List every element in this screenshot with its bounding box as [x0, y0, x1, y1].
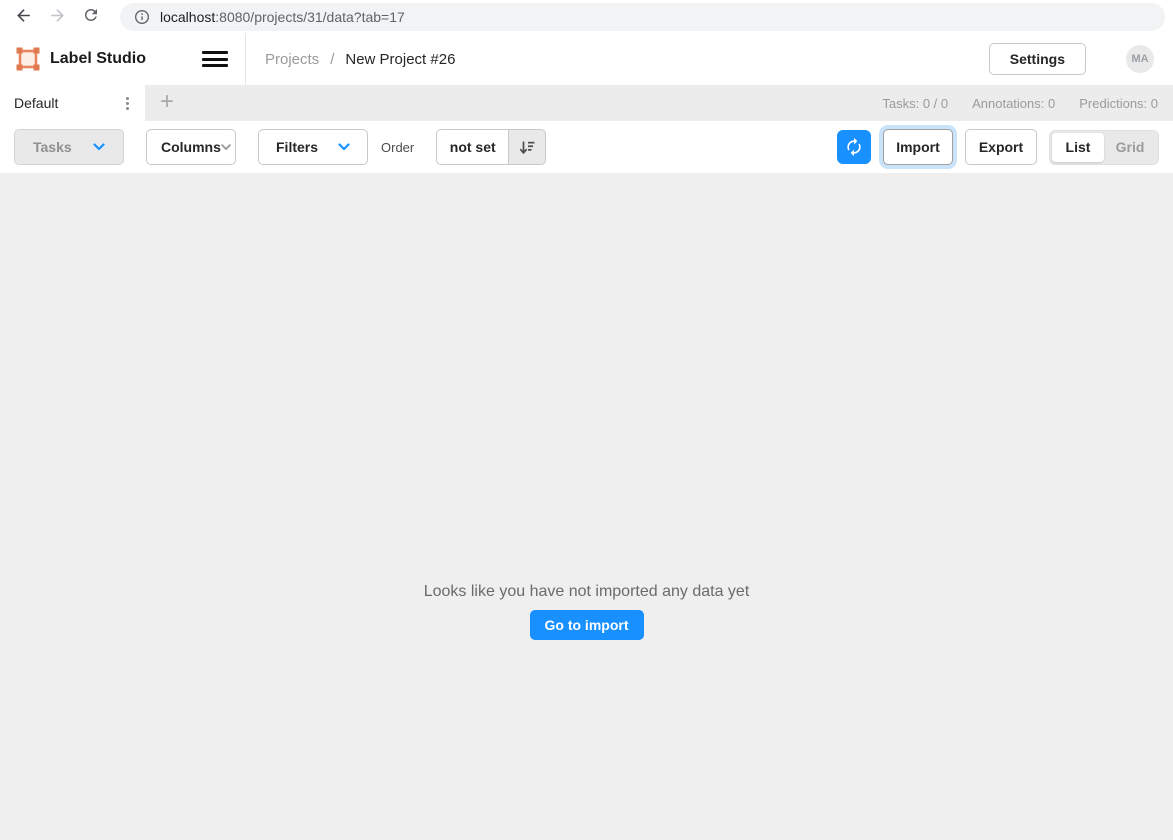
export-button[interactable]: Export [965, 129, 1037, 165]
columns-dropdown-label: Columns [161, 139, 221, 155]
header-divider [245, 33, 246, 85]
browser-forward-button[interactable] [44, 4, 70, 30]
hamburger-menu-icon[interactable] [202, 50, 228, 68]
header-right: Settings MA [989, 43, 1157, 75]
caret-down-icon [221, 144, 231, 151]
browser-reload-button[interactable] [78, 4, 104, 30]
annotations-count: Annotations: 0 [972, 96, 1055, 111]
import-button[interactable]: Import [883, 129, 953, 165]
plus-icon: + [160, 90, 174, 114]
go-to-import-button[interactable]: Go to import [530, 610, 644, 640]
data-manager-toolbar: Tasks Columns Filters Order not set [0, 121, 1173, 173]
toolbar-right: Import Export List Grid [837, 129, 1159, 165]
tab-default[interactable]: Default [0, 85, 145, 121]
tab-bar: Default + Tasks: 0 / 0 Annotations: 0 Pr… [0, 85, 1173, 121]
predictions-count: Predictions: 0 [1079, 96, 1158, 111]
browser-chrome: localhost:8080/projects/31/data?tab=17 [0, 0, 1173, 33]
tab-stats: Tasks: 0 / 0 Annotations: 0 Predictions:… [882, 85, 1173, 121]
sort-direction-button[interactable] [509, 129, 546, 165]
label-studio-logo-icon [16, 47, 40, 71]
filters-dropdown-button[interactable]: Filters [258, 129, 368, 165]
breadcrumb-current-project: New Project #26 [345, 51, 455, 68]
filters-dropdown-label: Filters [276, 139, 318, 155]
chevron-down-icon [338, 143, 350, 151]
app-header: Label Studio Projects / New Project #26 … [0, 33, 1173, 85]
reload-icon [82, 6, 100, 27]
tab-default-label: Default [14, 95, 58, 111]
url-text: localhost:8080/projects/31/data?tab=17 [160, 9, 405, 25]
refresh-button[interactable] [837, 130, 871, 164]
view-toggle-list[interactable]: List [1052, 133, 1104, 162]
settings-button[interactable]: Settings [989, 43, 1086, 75]
url-host: localhost [160, 9, 215, 25]
app-title: Label Studio [50, 50, 146, 68]
app-logo: Label Studio [16, 47, 146, 71]
data-view-empty-area: Looks like you have not imported any dat… [0, 173, 1173, 840]
tasks-count: Tasks: 0 / 0 [882, 96, 948, 111]
breadcrumb-separator: / [330, 51, 334, 68]
browser-back-button[interactable] [10, 4, 36, 30]
back-arrow-icon [14, 6, 33, 28]
sync-icon [844, 137, 864, 157]
breadcrumb: Projects / New Project #26 [265, 51, 455, 68]
tab-kebab-menu-icon[interactable] [120, 93, 135, 114]
order-label: Order [381, 140, 414, 155]
view-toggle-grid[interactable]: Grid [1104, 133, 1156, 162]
chevron-down-icon [93, 143, 105, 151]
app-window: localhost:8080/projects/31/data?tab=17 L… [0, 0, 1173, 840]
empty-state-message: Looks like you have not imported any dat… [424, 583, 750, 601]
add-tab-button[interactable]: + [145, 85, 189, 121]
user-avatar[interactable]: MA [1126, 45, 1154, 73]
columns-dropdown-button[interactable]: Columns [146, 129, 236, 165]
sort-descending-icon [519, 140, 535, 155]
url-bar[interactable]: localhost:8080/projects/31/data?tab=17 [120, 3, 1165, 31]
tasks-dropdown-label: Tasks [33, 139, 72, 155]
url-path: :8080/projects/31/data?tab=17 [215, 9, 405, 25]
page-info-icon[interactable] [134, 9, 150, 25]
order-value-button[interactable]: not set [436, 129, 509, 165]
order-control: not set [436, 129, 546, 165]
tasks-dropdown-button[interactable]: Tasks [14, 129, 124, 165]
breadcrumb-projects-link[interactable]: Projects [265, 51, 319, 68]
view-toggle: List Grid [1049, 130, 1159, 165]
forward-arrow-icon [48, 6, 67, 28]
